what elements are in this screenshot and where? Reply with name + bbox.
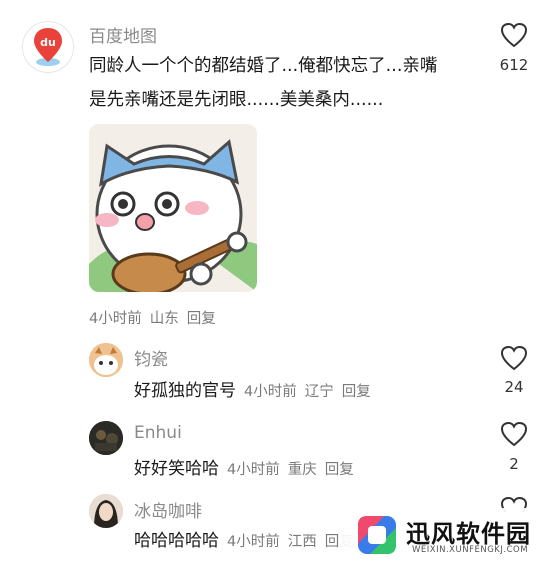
reply1-time: 4小时前 [244,384,297,400]
reply2-username[interactable]: Enhui [134,423,182,443]
reply2-text: 好好笑哈哈 [134,459,219,479]
reply3-line: 哈哈哈哈哈4小时前江西回复 [134,525,354,557]
reply1-like-count: 24 [504,378,524,396]
watermark: 迅风软件园 WEIXIN.XUNFENGKJ.COM [340,508,550,562]
reply1-text: 好孤独的官号 [134,381,236,401]
main-like-button[interactable] [500,22,528,52]
main-username[interactable]: 百度地图 [89,22,157,47]
reply2-line: 好好笑哈哈 4小时前 重庆 回复 [134,453,354,485]
dark-photo-avatar-icon [89,421,123,455]
reply1-line: 好孤独的官号 4小时前 辽宁 回复 [134,375,371,407]
hachiware-sticker-image[interactable] [89,124,257,292]
reply2-avatar[interactable] [89,421,123,455]
heart-icon [500,345,528,371]
animal-avatar-icon [89,343,123,377]
reply2-like-count: 2 [509,455,519,473]
cat-sticker-illustration [89,124,257,292]
reply2-reply-button[interactable]: 回复 [325,462,354,478]
main-like-count: 612 [499,56,529,74]
main-comment-location: 山东 [149,311,179,327]
heart-icon [500,22,528,48]
reply1-username[interactable]: 钧瓷 [134,345,168,370]
reply1-like-button[interactable] [500,345,528,375]
reply3-time: 4小时前 [227,534,280,550]
reply3-avatar[interactable] [89,494,123,528]
reply1-avatar[interactable] [89,343,123,377]
watermark-name: 迅风软件园 [406,520,531,548]
reply3-location: 江西 [287,534,317,550]
main-comment-time: 4小时前 [89,311,142,327]
map-pin-icon: du [34,28,62,66]
main-comment-meta: 4小时前 山东 回复 [89,307,224,328]
main-reply-button[interactable]: 回复 [187,311,216,327]
reply2-time: 4小时前 [227,462,280,478]
reply2-like-button[interactable] [500,421,528,451]
main-comment-text-line2: 是先亲嘴还是先闭眼......美美桑内...... [89,90,384,110]
main-comment-text-line1: 同龄人一个个的都结婚了...俺都快忘了...亲嘴 [89,56,438,76]
reply3-text: 哈哈哈哈哈 [134,531,219,551]
person-avatar-icon [89,494,123,528]
baidu-map-avatar[interactable]: du [22,21,74,73]
reply1-location: 辽宁 [304,384,334,400]
reply2-location: 重庆 [287,462,317,478]
reply3-username[interactable]: 冰岛咖啡 [134,497,202,522]
xunfeng-logo-icon [358,516,396,554]
watermark-url: WEIXIN.XUNFENGKJ.COM [412,545,529,555]
svg-text:du: du [40,36,56,49]
reply1-reply-button[interactable]: 回复 [342,384,371,400]
heart-icon [500,421,528,447]
